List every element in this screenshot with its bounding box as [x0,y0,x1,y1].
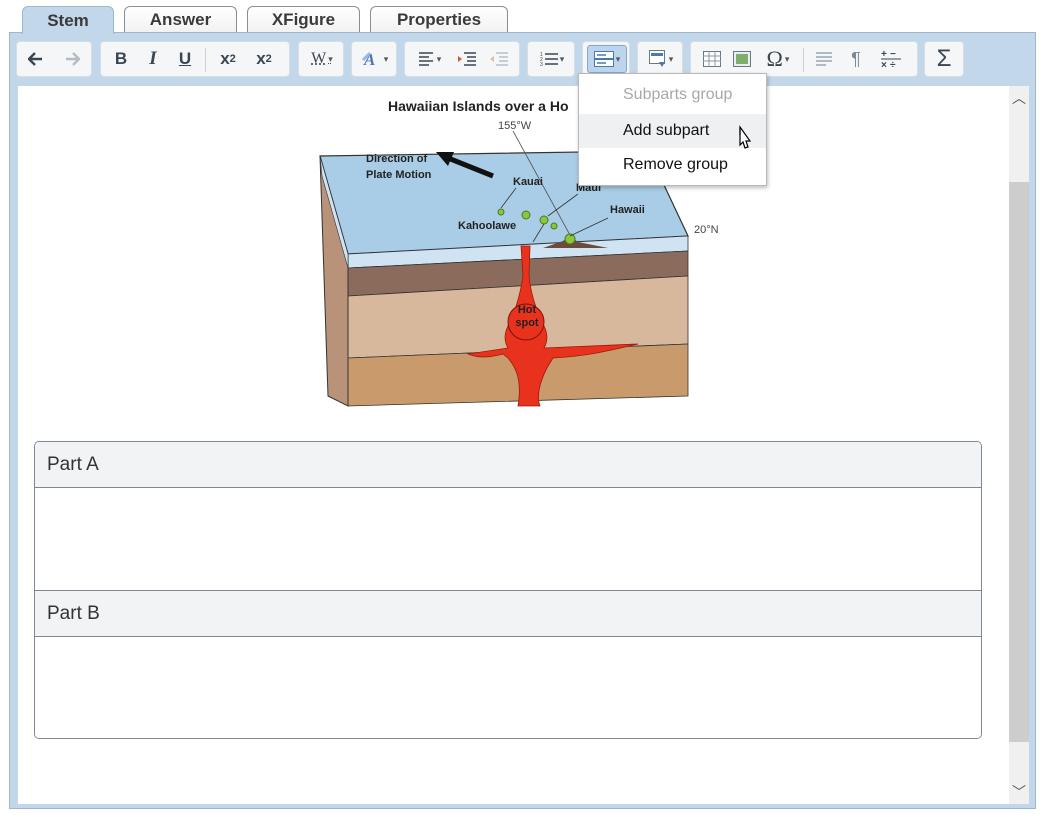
insert-objects-group: Ω ▾ ¶ + − × ÷ [690,41,918,77]
editor-content[interactable]: Hawaiian Islands over a Ho 155°W 20°N Di… [18,86,1009,804]
chevron-down-icon: ▾ [328,53,333,64]
text-format-group: B I U x2 x2 [100,41,290,77]
subparts-container: Part A Part B [34,441,982,739]
math-operators-button[interactable]: + − × ÷ [875,45,909,73]
font-color-button[interactable]: A ▾ [358,45,392,73]
math-operators-icon: + −× ÷ [881,49,901,70]
superscript-base: x [256,49,266,68]
tab-properties[interactable]: Properties [370,6,508,32]
image-button[interactable] [729,45,755,73]
italic-button[interactable]: I [139,45,167,73]
numbered-list-button[interactable]: 123 ▾ [534,45,570,73]
undo-icon[interactable] [23,45,51,73]
omega-icon: Ω [766,46,783,71]
tab-xfigure[interactable]: XFigure [247,6,360,32]
chevron-down-icon: ▾ [383,53,389,64]
latitude-label: 20°N [694,224,719,236]
tab-stem[interactable]: Stem [22,6,114,34]
scrollbar-thumb[interactable] [1009,182,1029,742]
superscript-mark: 2 [265,53,272,65]
table-button[interactable] [699,45,725,73]
paragraph-group: ▾ [404,41,520,77]
part-a-header[interactable]: Part A [35,442,981,488]
mouse-cursor-icon [739,125,752,149]
tab-bar: Stem Answer XFigure Properties [0,0,1042,34]
insert-field-icon [648,50,665,67]
chevron-down-icon: ▾ [615,53,621,64]
editor-toolbar: B I U x2 x2 W ▾ A ▾ ▾ 1 2 3 ▾ ▾ ▾ Ω ▾ ¶ … [16,41,1026,77]
pilcrow-button[interactable]: ¶ [843,45,869,73]
sigma-button[interactable]: Σ [929,45,959,73]
part-b-label: Part B [47,602,100,624]
toolbar-separator [205,48,206,72]
longitude-label: 155°W [498,120,532,132]
chevron-down-icon: ▾ [436,53,442,64]
hotspot-label: Hot spot [515,304,539,329]
paragraph-lines-icon [816,52,832,66]
svg-text:+: + [881,49,887,60]
word-style-label: W [311,50,327,67]
island-label-hawaii: Hawaii [610,204,645,216]
image-icon [733,51,751,67]
menu-header-subparts-group: Subparts group [623,86,733,103]
font-color-icon: A [361,50,375,68]
increase-indent-button[interactable] [453,45,481,73]
svg-text:÷: ÷ [890,60,896,70]
scroll-up-icon[interactable]: ︿ [1009,88,1029,108]
word-style-group: W ▾ [298,41,344,77]
part-b-header[interactable]: Part B [35,591,981,637]
chevron-down-icon: ▾ [559,53,565,64]
scroll-down-icon[interactable]: ﹀ [1009,782,1029,802]
subparts-icon [593,51,614,67]
outdent-icon [490,52,508,66]
subparts-button[interactable]: ▾ [587,45,627,73]
subscript-button[interactable]: x2 [213,45,243,73]
svg-text:×: × [881,60,887,70]
part-a-body[interactable] [35,488,981,591]
island-label-kahoolawe: Kahoolawe [458,220,517,232]
editor-frame: B I U x2 x2 W ▾ A ▾ ▾ 1 2 3 ▾ ▾ ▾ Ω ▾ ¶ … [9,32,1036,809]
vertical-scrollbar[interactable]: ︿ ﹀ [1009,86,1029,804]
part-a-label: Part A [47,453,99,475]
font-color-group: A ▾ [351,41,397,77]
indent-icon [458,52,476,66]
numbered-list-icon: 123 [540,52,558,67]
equation-group: Σ [924,41,964,77]
align-left-icon [418,52,433,66]
subscript-mark: 2 [229,53,236,65]
part-b-body[interactable] [35,637,981,738]
subscript-base: x [220,49,230,68]
toolbar-separator [803,48,804,72]
decrease-indent-button[interactable] [485,45,513,73]
superscript-button[interactable]: x2 [249,45,279,73]
list-group: 123 ▾ [527,41,575,77]
tab-answer[interactable]: Answer [124,6,237,32]
underline-button[interactable]: U [171,45,199,73]
redo-icon[interactable] [57,45,85,73]
svg-text:3: 3 [540,62,543,67]
subparts-group: ▾ [582,41,630,77]
figure-title: Hawaiian Islands over a Ho [388,98,569,114]
chevron-down-icon: ▾ [668,53,674,64]
insert-group: ▾ [637,41,683,77]
word-style-button[interactable]: W ▾ [305,45,339,73]
plate-motion-label: Direction of Plate Motion [366,153,432,181]
special-char-button[interactable]: Ω ▾ [759,45,797,73]
undo-redo-group [16,41,92,77]
chevron-down-icon: ▾ [784,53,790,64]
island-label-kauai: Kauai [513,176,543,188]
svg-text:−: − [890,49,896,60]
insert-field-button[interactable]: ▾ [644,45,678,73]
table-icon [703,51,721,67]
align-left-button[interactable]: ▾ [411,45,449,73]
pilcrow-icon: ¶ [851,48,861,69]
paragraph-format-button[interactable] [811,45,837,73]
sigma-icon: Σ [936,45,952,72]
bold-button[interactable]: B [107,45,135,73]
